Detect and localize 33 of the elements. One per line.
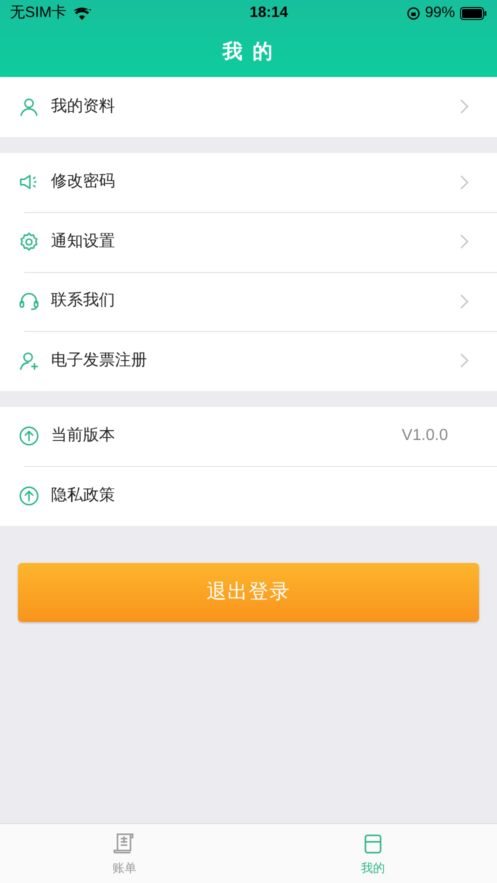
- headset-icon: [18, 290, 40, 312]
- menu-item-label: 隐私政策: [51, 486, 115, 506]
- menu-item-label: 联系我们: [51, 290, 115, 312]
- menu-item[interactable]: 当前版本 V1.0.0: [0, 406, 497, 466]
- person-icon: [18, 96, 40, 118]
- menu-item-label: 电子发票注册: [51, 350, 147, 371]
- menu-item-label: 通知设置: [51, 232, 115, 252]
- menu-item-label: 当前版本: [51, 426, 115, 446]
- menu-item[interactable]: 隐私政策: [0, 466, 497, 526]
- menu-item[interactable]: 我的资料: [0, 77, 497, 136]
- battery-icon: [460, 6, 487, 20]
- rotation-lock-icon: [406, 6, 420, 20]
- menu-item[interactable]: 电子发票注册: [0, 331, 497, 390]
- menu-item-label: 我的资料: [51, 96, 115, 117]
- add-person-icon: [18, 350, 40, 372]
- page-title: 我 的: [222, 40, 274, 64]
- menu-item-label: 修改密码: [51, 172, 115, 192]
- carrier-text: 无SIM卡: [10, 2, 67, 23]
- menu-item[interactable]: 修改密码: [0, 152, 497, 212]
- version-value: V1.0.0: [402, 426, 448, 446]
- chevron-icon: [460, 234, 469, 250]
- chevron-icon: [460, 99, 469, 114]
- battery-text: 99%: [424, 2, 455, 23]
- menu-item[interactable]: 通知设置: [0, 212, 497, 272]
- chevron-icon: [460, 294, 469, 309]
- time-text: 18:14: [250, 2, 288, 23]
- chevron-icon: [460, 174, 469, 190]
- wifi-icon: [72, 6, 91, 20]
- up-arrow-circle-icon: [18, 484, 40, 507]
- chevron-icon: [460, 353, 469, 368]
- settings-icon: [18, 230, 40, 253]
- up-arrow-circle-icon: [18, 425, 40, 448]
- menu-item[interactable]: 联系我们: [0, 272, 497, 331]
